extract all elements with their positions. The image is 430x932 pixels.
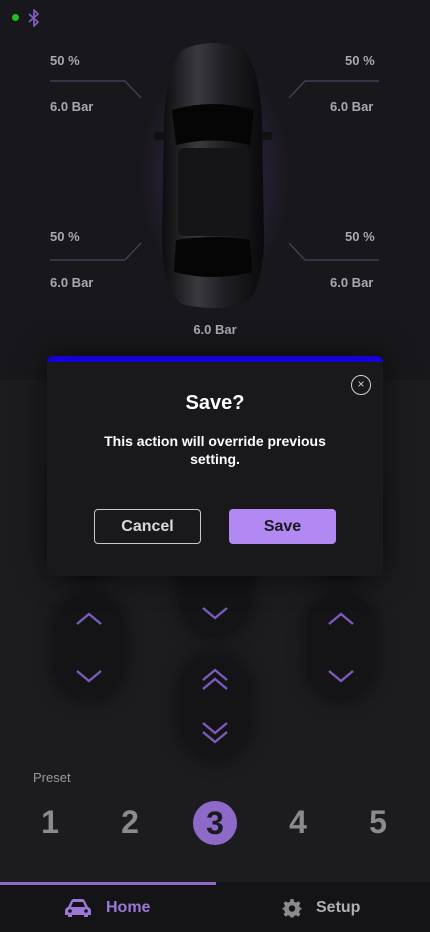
bluetooth-icon[interactable]	[26, 9, 42, 27]
rear-right-down-arrow-icon[interactable]	[327, 668, 355, 684]
save-button[interactable]: Save	[229, 509, 336, 544]
dialog-accent-bar	[47, 356, 383, 362]
rear-right-adjust-control	[306, 594, 376, 700]
rear-left-up-arrow-icon[interactable]	[75, 611, 103, 627]
cancel-button[interactable]: Cancel	[94, 509, 201, 544]
all-up-double-arrow-icon[interactable]	[201, 668, 229, 692]
tire-rear-left-pressure: 6.0 Bar	[50, 275, 94, 290]
tire-front-right-percent: 50 %	[345, 53, 375, 68]
tire-front-left-percent: 50 %	[50, 53, 80, 68]
preset-5-button[interactable]: 5	[356, 800, 400, 844]
preset-1-button[interactable]: 1	[28, 800, 72, 844]
center-pressure: 6.0 Bar	[193, 322, 237, 337]
tire-front-left-pressure: 6.0 Bar	[50, 99, 94, 114]
preset-3-button[interactable]: 3	[193, 801, 237, 845]
tire-front-right-connector	[288, 80, 379, 99]
connection-status-dot	[12, 14, 19, 21]
nav-active-indicator	[0, 882, 216, 885]
tire-rear-right-connector	[288, 242, 379, 261]
rear-left-adjust-control	[54, 594, 124, 700]
center-down-arrow-icon[interactable]	[201, 605, 229, 621]
nav-setup-tab[interactable]: Setup	[282, 896, 360, 920]
preset-4-button[interactable]: 4	[276, 800, 320, 844]
rear-left-down-arrow-icon[interactable]	[75, 668, 103, 684]
tire-rear-left-connector	[50, 242, 142, 261]
car-icon	[65, 899, 91, 917]
dialog-title: Save?	[185, 392, 245, 414]
gear-icon	[282, 899, 302, 918]
all-adjust-control	[180, 654, 250, 760]
nav-home-label: Home	[106, 899, 151, 916]
tire-front-right-pressure: 6.0 Bar	[330, 99, 374, 114]
nav-setup-label: Setup	[316, 899, 361, 916]
preset-label: Preset	[33, 770, 71, 785]
tire-rear-right-pressure: 6.0 Bar	[330, 275, 374, 290]
tire-front-left-connector	[50, 80, 142, 99]
all-down-double-arrow-icon[interactable]	[201, 720, 229, 744]
dialog-message: This action will override previous setti…	[104, 433, 326, 467]
car-top-view-image	[154, 43, 272, 308]
save-confirmation-dialog: × Save? This action will override previo…	[47, 356, 383, 576]
preset-2-button[interactable]: 2	[108, 800, 152, 844]
nav-home-tab[interactable]: Home	[64, 896, 150, 920]
rear-right-up-arrow-icon[interactable]	[327, 611, 355, 627]
